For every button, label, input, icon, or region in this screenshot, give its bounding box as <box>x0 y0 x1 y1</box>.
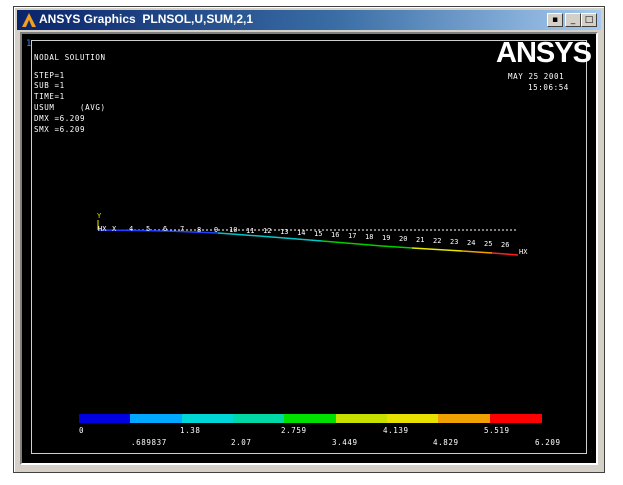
legend-color-segment <box>130 414 183 423</box>
legend-color-segment <box>387 414 439 423</box>
legend-label-bottom: 2.07 <box>231 438 252 447</box>
legend-label-bottom: 3.449 <box>332 438 358 447</box>
legend-color-segment <box>284 414 337 423</box>
deformed-segment-high <box>411 247 463 252</box>
deformed-segment-max <box>491 252 519 256</box>
node-label: 17 <box>348 232 357 240</box>
node-label: 23 <box>450 238 459 246</box>
node-label: 6 <box>163 225 168 233</box>
start-marker: HX <box>98 225 107 233</box>
node-label: 10 <box>229 226 238 234</box>
ansys-graphics-window: ANSYS Graphics PLNSOL,U,SUM,2,1 ▪ _ □ 1 … <box>13 6 605 473</box>
legend-label-top: 5.519 <box>484 426 510 435</box>
node-label: 25 <box>484 240 493 248</box>
node-label: 9 <box>214 226 219 234</box>
node-label: 20 <box>399 235 408 243</box>
node-label: 19 <box>382 234 391 242</box>
node-label: 22 <box>433 237 442 245</box>
node-label: 16 <box>331 231 340 239</box>
deformed-segment-higher <box>461 250 493 254</box>
legend-label-top: 2.759 <box>281 426 307 435</box>
legend-color-segment <box>335 414 388 423</box>
node-label: 7 <box>180 225 185 233</box>
title-bar[interactable]: ANSYS Graphics PLNSOL,U,SUM,2,1 ▪ _ □ <box>17 10 601 30</box>
node-label: 4 <box>129 225 134 233</box>
node-label: 5 <box>146 225 151 233</box>
legend-color-segment <box>438 414 491 423</box>
ansys-app-icon <box>22 13 36 27</box>
legend-label-bottom: .689837 <box>131 438 167 447</box>
legend-label-bottom: 6.209 <box>535 438 561 447</box>
node-label: 11 <box>246 227 255 235</box>
raise-hidden-button[interactable]: ▪ <box>547 13 563 27</box>
node-label: 26 <box>501 241 510 249</box>
node-label: 21 <box>416 236 425 244</box>
node-label: 18 <box>365 233 374 241</box>
legend-label-top: 1.38 <box>180 426 201 435</box>
end-marker: HX <box>519 248 528 256</box>
node-label: 13 <box>280 228 289 236</box>
legend-label-top: 4.139 <box>383 426 409 435</box>
triad-x-label: X <box>112 225 117 233</box>
node-label: 12 <box>263 227 272 235</box>
deformed-beam-plot <box>97 220 519 256</box>
node-label: 15 <box>314 230 323 238</box>
node-label: 14 <box>297 229 306 237</box>
legend-color-segment <box>79 414 131 423</box>
graphics-canvas[interactable]: 1 ANSYS NODAL SOLUTION STEP=1 SUB =1 TIM… <box>20 32 598 465</box>
legend-label-bottom: 4.829 <box>433 438 459 447</box>
legend-color-segment <box>181 414 234 423</box>
legend-color-segment <box>489 414 542 423</box>
triad-y-label: Y <box>97 212 102 220</box>
legend-label-top: 0 <box>79 426 85 435</box>
legend-color-segment <box>233 414 285 423</box>
minimize-button[interactable]: _ <box>565 13 581 27</box>
node-label: 8 <box>197 226 202 234</box>
maximize-button[interactable]: □ <box>581 13 597 27</box>
node-label: 24 <box>467 239 476 247</box>
window-title: ANSYS Graphics PLNSOL,U,SUM,2,1 <box>39 12 254 26</box>
